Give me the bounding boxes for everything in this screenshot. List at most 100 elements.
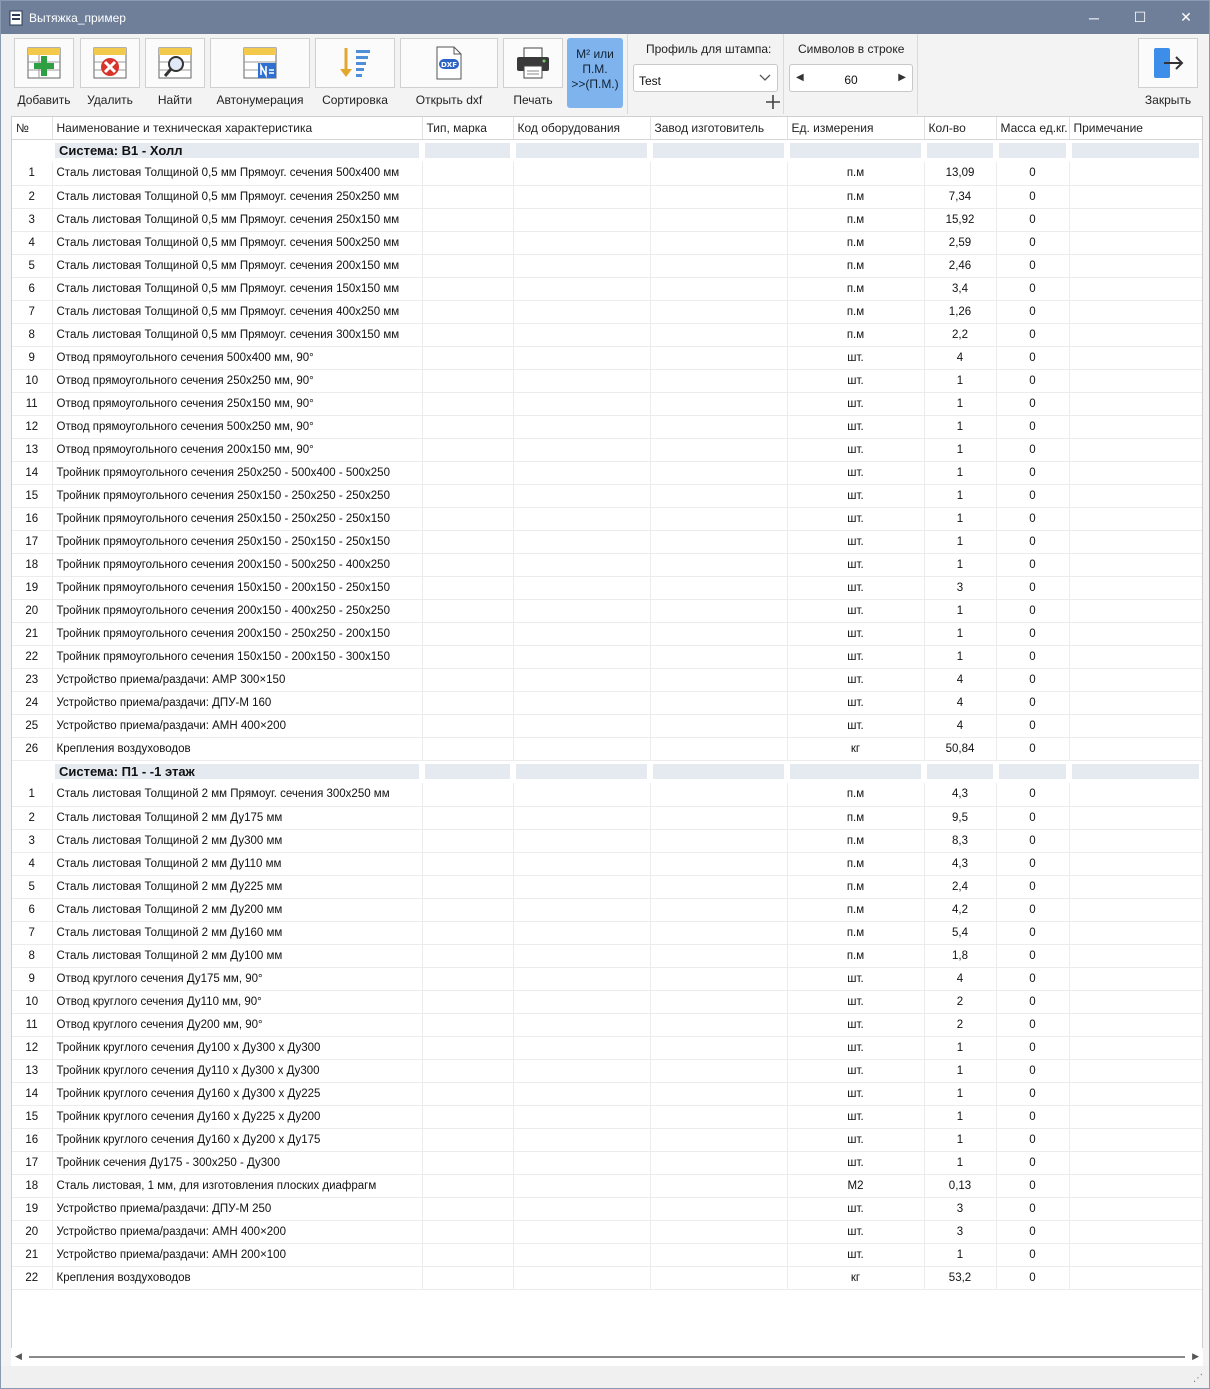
equipment-code-cell[interactable] — [513, 599, 651, 623]
unit-cell[interactable]: шт. — [787, 415, 925, 439]
item-name-cell[interactable]: Крепления воздуховодов — [52, 1266, 423, 1290]
type-mark-cell[interactable] — [422, 829, 514, 853]
table-row[interactable]: 21 Тройник прямоугольного сечения 200х150… — [12, 622, 1202, 646]
equipment-code-cell[interactable] — [513, 645, 651, 669]
unit-mass-cell[interactable]: 0 — [996, 507, 1070, 531]
row-number-cell[interactable]: 4 — [12, 852, 53, 876]
equipment-code-cell[interactable] — [513, 737, 651, 761]
type-mark-cell[interactable] — [422, 1059, 514, 1083]
column-header[interactable]: № — [12, 117, 53, 140]
table-row[interactable]: 16 Тройник прямоугольного сечения 250х150… — [12, 507, 1202, 531]
row-number-cell[interactable]: 17 — [12, 1151, 53, 1175]
note-cell[interactable] — [1069, 714, 1202, 738]
unit-cell[interactable]: п.м — [787, 300, 925, 324]
unit-mass-cell[interactable]: 0 — [996, 1128, 1070, 1152]
type-mark-cell[interactable] — [422, 806, 514, 830]
table-row[interactable]: 19 Тройник прямоугольного сечения 150х150… — [12, 576, 1202, 600]
unit-mass-cell[interactable]: 0 — [996, 254, 1070, 278]
m2-pm-toggle-button[interactable]: М² или П.М. >>(П.М.) — [567, 38, 623, 108]
note-cell[interactable] — [1069, 829, 1202, 853]
table-row[interactable]: 21 Устройство приема/раздачи: АМН 200×100… — [12, 1243, 1202, 1267]
row-number-cell[interactable]: 15 — [12, 1105, 53, 1129]
unit-mass-cell[interactable]: 0 — [996, 323, 1070, 347]
manufacturer-cell[interactable] — [650, 990, 788, 1014]
unit-mass-cell[interactable]: 0 — [996, 1266, 1070, 1290]
system-group-row[interactable]: Система: П1 - -1 этаж — [12, 760, 1202, 783]
manufacturer-cell[interactable] — [650, 300, 788, 324]
quantity-cell[interactable]: 7,34 — [924, 185, 997, 209]
unit-cell[interactable]: п.м — [787, 875, 925, 899]
manufacturer-cell[interactable] — [650, 737, 788, 761]
quantity-cell[interactable]: 1 — [924, 392, 997, 416]
scroll-right-icon[interactable]: ▶ — [1192, 1351, 1199, 1362]
unit-mass-cell[interactable]: 0 — [996, 806, 1070, 830]
add-profile-button[interactable] — [765, 94, 781, 114]
quantity-cell[interactable]: 1 — [924, 622, 997, 646]
item-name-cell[interactable]: Устройство приема/раздачи: ДПУ-М 160 — [52, 691, 423, 715]
quantity-cell[interactable]: 9,5 — [924, 806, 997, 830]
row-number-cell[interactable]: 13 — [12, 1059, 53, 1083]
item-name-cell[interactable]: Отвод прямоугольного сечения 250х250 мм,… — [52, 369, 423, 393]
note-cell[interactable] — [1069, 438, 1202, 462]
manufacturer-cell[interactable] — [650, 829, 788, 853]
unit-mass-cell[interactable]: 0 — [996, 737, 1070, 761]
type-mark-cell[interactable] — [422, 346, 514, 370]
row-number-cell[interactable]: 26 — [12, 737, 53, 761]
equipment-code-cell[interactable] — [513, 484, 651, 508]
quantity-cell[interactable]: 4,3 — [924, 852, 997, 876]
manufacturer-cell[interactable] — [650, 415, 788, 439]
table-row[interactable]: 4 Сталь листовая Толщиной 0,5 мм Прямоуг.… — [12, 231, 1202, 255]
type-mark-cell[interactable] — [422, 990, 514, 1014]
note-cell[interactable] — [1069, 599, 1202, 623]
row-number-cell[interactable]: 21 — [12, 1243, 53, 1267]
quantity-cell[interactable]: 1 — [924, 1082, 997, 1106]
unit-mass-cell[interactable]: 0 — [996, 852, 1070, 876]
note-cell[interactable] — [1069, 1128, 1202, 1152]
quantity-cell[interactable]: 1 — [924, 369, 997, 393]
autonumber-button[interactable]: Автонумерация — [210, 38, 310, 107]
row-number-cell[interactable]: 9 — [12, 967, 53, 991]
unit-cell[interactable]: п.м — [787, 852, 925, 876]
row-number-cell[interactable]: 8 — [12, 944, 53, 968]
note-cell[interactable] — [1069, 415, 1202, 439]
table-row[interactable]: 20 Устройство приема/раздачи: АМН 400×200… — [12, 1220, 1202, 1244]
equipment-code-cell[interactable] — [513, 990, 651, 1014]
type-mark-cell[interactable] — [422, 300, 514, 324]
item-name-cell[interactable]: Устройство приема/раздачи: АМН 200×100 — [52, 1243, 423, 1267]
row-number-cell[interactable]: 6 — [12, 277, 53, 301]
manufacturer-cell[interactable] — [650, 944, 788, 968]
item-name-cell[interactable]: Сталь листовая Толщиной 2 мм Ду160 мм — [52, 921, 423, 945]
equipment-code-cell[interactable] — [513, 254, 651, 278]
unit-cell[interactable]: шт. — [787, 691, 925, 715]
type-mark-cell[interactable] — [422, 668, 514, 692]
row-number-cell[interactable]: 7 — [12, 300, 53, 324]
row-number-cell[interactable]: 12 — [12, 1036, 53, 1060]
quantity-cell[interactable]: 3,4 — [924, 277, 997, 301]
unit-cell[interactable]: п.м — [787, 806, 925, 830]
manufacturer-cell[interactable] — [650, 1220, 788, 1244]
note-cell[interactable] — [1069, 231, 1202, 255]
manufacturer-cell[interactable] — [650, 553, 788, 577]
equipment-code-cell[interactable] — [513, 438, 651, 462]
type-mark-cell[interactable] — [422, 461, 514, 485]
note-cell[interactable] — [1069, 921, 1202, 945]
table-row[interactable]: 11 Отвод круглого сечения Ду200 мм, 90° шт… — [12, 1013, 1202, 1037]
unit-cell[interactable]: шт. — [787, 1059, 925, 1083]
item-name-cell[interactable]: Устройство приема/раздачи: АМР 300×150 — [52, 668, 423, 692]
row-number-cell[interactable]: 10 — [12, 369, 53, 393]
quantity-cell[interactable]: 1 — [924, 530, 997, 554]
table-row[interactable]: 18 Тройник прямоугольного сечения 200х150… — [12, 553, 1202, 577]
row-number-cell[interactable]: 3 — [12, 829, 53, 853]
maximize-button[interactable]: ☐ — [1117, 1, 1163, 34]
quantity-cell[interactable]: 3 — [924, 576, 997, 600]
manufacturer-cell[interactable] — [650, 461, 788, 485]
equipment-code-cell[interactable] — [513, 967, 651, 991]
note-cell[interactable] — [1069, 645, 1202, 669]
note-cell[interactable] — [1069, 162, 1202, 186]
equipment-code-cell[interactable] — [513, 714, 651, 738]
quantity-cell[interactable]: 1,8 — [924, 944, 997, 968]
note-cell[interactable] — [1069, 208, 1202, 232]
unit-mass-cell[interactable]: 0 — [996, 691, 1070, 715]
unit-mass-cell[interactable]: 0 — [996, 576, 1070, 600]
equipment-code-cell[interactable] — [513, 944, 651, 968]
